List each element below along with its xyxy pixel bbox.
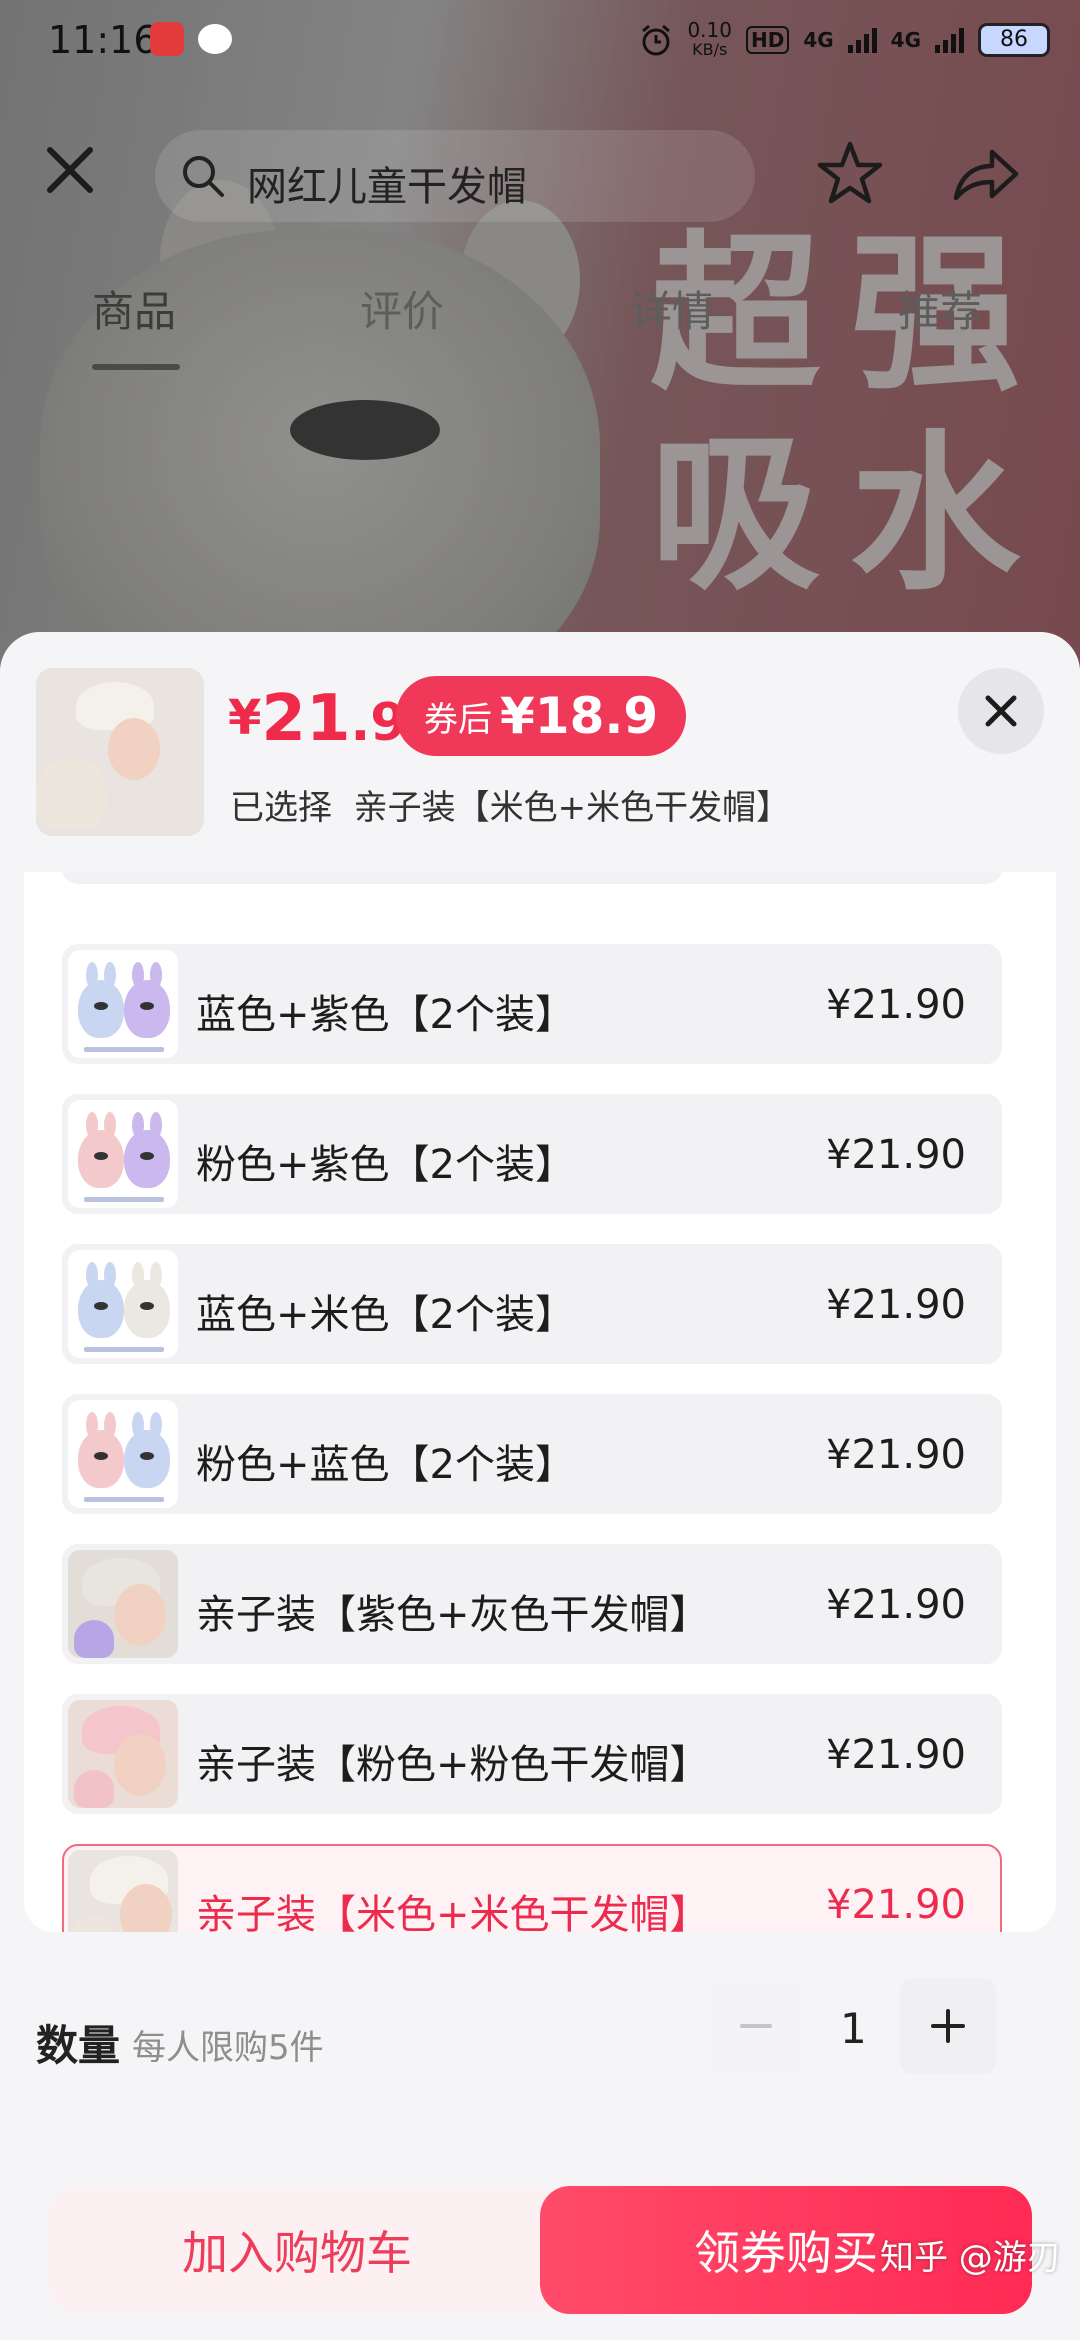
sku-option-label: 亲子装【粉色+粉色干发帽】 xyxy=(196,1742,710,1788)
sku-option-label: 亲子装【米色+米色干发帽】 xyxy=(196,1892,710,1932)
coupon-price-badge: 券后 ¥18.9 xyxy=(396,676,687,756)
app-notification-icon xyxy=(150,22,184,56)
sku-option-thumbnail xyxy=(68,1250,178,1358)
sku-option-partial xyxy=(62,872,1002,884)
sku-option-price: ¥21.90 xyxy=(826,1732,966,1778)
tab-active-indicator xyxy=(92,364,180,370)
quantity-row: 数量 每人限购5件 1 xyxy=(0,1978,1032,2122)
selected-sku-summary: 已选择 亲子装【米色+米色干发帽】 xyxy=(230,780,790,829)
price-current: ¥21.9 xyxy=(228,682,406,756)
sku-option-list[interactable]: 蓝色+紫色【2个装】 ¥21.90 粉色+紫色【2个装】 ¥21.90 蓝色+米… xyxy=(24,872,1056,1932)
sku-option-price: ¥21.90 xyxy=(826,1582,966,1628)
sku-option[interactable]: 亲子装【粉色+粉色干发帽】 ¥21.90 xyxy=(62,1694,1002,1814)
close-icon[interactable] xyxy=(958,668,1044,754)
sku-option-thumbnail xyxy=(68,1100,178,1208)
sku-option-price: ¥21.90 xyxy=(826,1882,966,1928)
status-right-cluster: 0.10 KB/s HD 4G 4G 86 xyxy=(639,20,1050,60)
status-time: 11:16 xyxy=(48,18,158,62)
sku-option[interactable]: 亲子装【紫色+灰色干发帽】 ¥21.90 xyxy=(62,1544,1002,1664)
status-bar: 11:16 0.10 KB/s HD 4G 4G 86 xyxy=(0,0,1080,86)
sku-option-label: 粉色+紫色【2个装】 xyxy=(196,1142,575,1188)
sku-option-thumbnail xyxy=(68,950,178,1058)
net-speed-value: 0.10 xyxy=(687,18,732,42)
quantity-limit-note: 每人限购5件 xyxy=(132,2028,324,2068)
tab-recommend[interactable]: 推荐 xyxy=(898,278,982,339)
sku-selector-sheet: ¥21.9 券后 ¥18.9 已选择 亲子装【米色+米色干发帽】 蓝色+紫色【2… xyxy=(0,632,1080,2172)
tab-product[interactable]: 商品 xyxy=(92,278,176,339)
star-icon[interactable] xyxy=(815,138,885,208)
net-speed: 0.10 KB/s xyxy=(687,20,732,60)
chat-bubble-icon xyxy=(198,24,232,54)
sku-option-label: 蓝色+米色【2个装】 xyxy=(196,1292,575,1338)
product-page-background: 超强 吸水 11:16 0.10 KB/s HD 4G 4G 86 网红儿童干发… xyxy=(0,0,1080,720)
quantity-value[interactable]: 1 xyxy=(840,2004,867,2053)
search-icon xyxy=(183,156,224,197)
share-icon[interactable] xyxy=(950,140,1020,210)
sku-option-price: ¥21.90 xyxy=(826,982,966,1028)
sku-option-label: 粉色+蓝色【2个装】 xyxy=(196,1442,575,1488)
sim2-label: 4G xyxy=(890,28,921,52)
signal-icon xyxy=(847,27,877,53)
price-integer: 21 xyxy=(261,682,351,756)
net-speed-unit: KB/s xyxy=(692,40,728,59)
sku-option-label: 蓝色+紫色【2个装】 xyxy=(196,992,575,1038)
coupon-price: ¥18.9 xyxy=(500,687,659,745)
minus-icon xyxy=(740,2024,772,2028)
sku-option-thumbnail xyxy=(68,1850,178,1932)
status-notification-icons xyxy=(150,22,232,56)
sku-option-label: 亲子装【紫色+灰色干发帽】 xyxy=(196,1592,710,1638)
sku-option-thumbnail xyxy=(68,1700,178,1808)
add-to-cart-button[interactable]: 加入购物车 xyxy=(48,2186,546,2314)
coupon-label: 券后 xyxy=(424,699,492,740)
sheet-header: ¥21.9 券后 ¥18.9 已选择 亲子装【米色+米色干发帽】 xyxy=(0,632,1080,872)
tab-reviews[interactable]: 评价 xyxy=(360,278,444,339)
price-currency: ¥ xyxy=(228,690,262,746)
sku-option-price: ¥21.90 xyxy=(826,1132,966,1178)
product-tabs: 商品 评价 详情 推荐 xyxy=(0,268,1080,370)
battery-level: 86 xyxy=(1000,27,1028,52)
hd-badge: HD xyxy=(745,26,790,54)
sku-option[interactable]: 粉色+紫色【2个装】 ¥21.90 xyxy=(62,1094,1002,1214)
battery-icon: 86 xyxy=(978,23,1050,57)
sku-option[interactable]: 蓝色+米色【2个装】 ¥21.90 xyxy=(62,1244,1002,1364)
selected-value: 亲子装【米色+米色干发帽】 xyxy=(353,788,791,828)
watermark: 知乎 @游刃 xyxy=(880,2238,1061,2278)
quantity-increase-button[interactable] xyxy=(900,1978,996,2074)
search-query-text: 网红儿童干发帽 xyxy=(247,164,527,210)
sku-option-price: ¥21.90 xyxy=(826,1282,966,1328)
sku-option[interactable]: 粉色+蓝色【2个装】 ¥21.90 xyxy=(62,1394,1002,1514)
selected-prefix: 已选择 xyxy=(230,788,332,828)
quantity-label: 数量 xyxy=(36,2021,121,2070)
signal-icon-2 xyxy=(935,27,964,53)
search-bar[interactable]: 网红儿童干发帽 xyxy=(155,130,755,222)
selected-sku-thumbnail[interactable] xyxy=(36,668,204,836)
sku-option[interactable]: 蓝色+紫色【2个装】 ¥21.90 xyxy=(62,944,1002,1064)
sku-option-thumbnail xyxy=(68,1400,178,1508)
sku-option-price: ¥21.90 xyxy=(826,1432,966,1478)
close-icon[interactable] xyxy=(40,140,100,200)
sim1-label: 4G xyxy=(803,28,834,52)
quantity-decrease-button[interactable] xyxy=(708,1978,804,2074)
sku-option-thumbnail xyxy=(68,1550,178,1658)
tab-details[interactable]: 详情 xyxy=(630,278,714,339)
alarm-icon xyxy=(642,24,671,56)
sku-option-selected[interactable]: 亲子装【米色+米色干发帽】 ¥21.90 xyxy=(62,1844,1002,1932)
plus-icon xyxy=(931,2009,965,2043)
